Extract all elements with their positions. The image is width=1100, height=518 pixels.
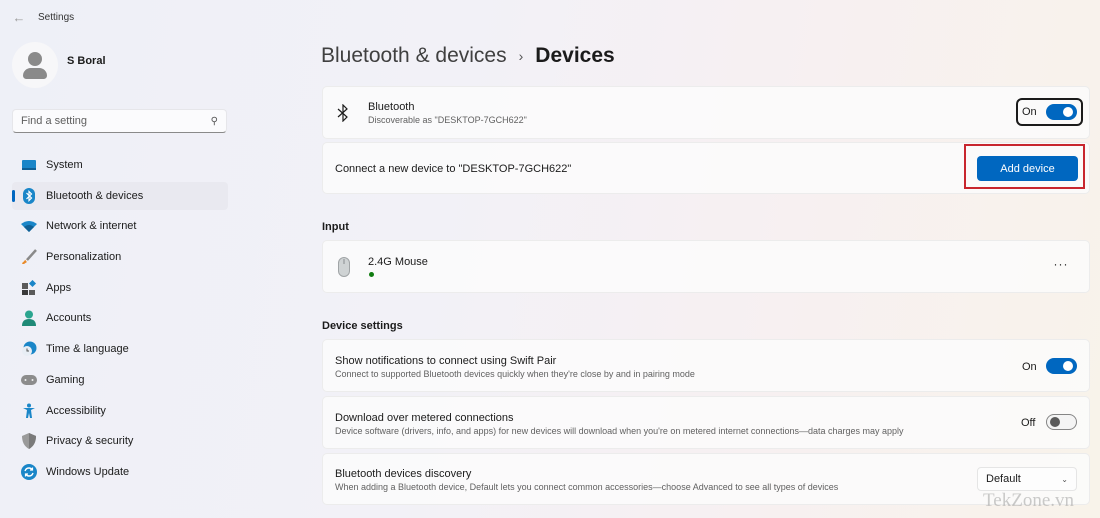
back-button[interactable]: ←: [10, 10, 28, 26]
sidebar-item-windows-update[interactable]: Windows Update: [12, 458, 228, 486]
update-icon: [20, 463, 38, 481]
input-section-title: Input: [322, 221, 349, 233]
avatar: [12, 42, 58, 88]
sidebar-item-label: Accounts: [46, 312, 92, 325]
apps-icon: [20, 279, 38, 297]
brush-icon: [20, 248, 38, 266]
sidebar-item-network-internet[interactable]: Network & internet: [12, 212, 228, 240]
connected-status-dot: [369, 272, 374, 277]
sidebar-item-apps[interactable]: Apps: [12, 274, 228, 302]
chevron-down-icon: ⌄: [1061, 474, 1068, 484]
sidebar-item-bluetooth-devices[interactable]: Bluetooth & devices: [12, 181, 228, 210]
sidebar-item-system[interactable]: System: [12, 151, 228, 179]
setting-row-discovery: Bluetooth devices discovery When adding …: [322, 453, 1090, 505]
avatar-head: [28, 52, 42, 66]
gamepad-icon: [20, 371, 38, 389]
sidebar-item-accounts[interactable]: Accounts: [12, 304, 228, 332]
dropdown-value: Default: [986, 473, 1021, 485]
sidebar-item-label: Personalization: [46, 251, 122, 264]
metered-toggle[interactable]: [1046, 414, 1077, 430]
sidebar-nav: System Bluetooth & devices Network & int…: [12, 151, 228, 489]
setting-row-metered: Download over metered connections Device…: [322, 396, 1090, 449]
sidebar-item-label: System: [46, 159, 83, 171]
metered-toggle-label: Off: [1021, 417, 1036, 429]
accounts-icon: [20, 309, 38, 327]
connect-device-text: Connect a new device to "DESKTOP-7GCH622…: [335, 163, 572, 175]
app-title: Settings: [38, 12, 75, 23]
setting-title: Download over metered connections: [335, 412, 514, 424]
sidebar-item-gaming[interactable]: Gaming: [12, 366, 228, 394]
search-icon[interactable]: ⚲: [211, 116, 218, 127]
device-name: 2.4G Mouse: [368, 256, 428, 268]
setting-description: When adding a Bluetooth device, Default …: [335, 482, 839, 492]
discovery-dropdown[interactable]: Default ⌄: [977, 467, 1077, 491]
highlight-box: [964, 144, 1085, 189]
chevron-right-icon: ›: [518, 48, 524, 64]
sidebar-item-accessibility[interactable]: Accessibility: [12, 397, 228, 425]
bluetooth-icon: [337, 103, 349, 127]
sidebar-item-label: Network & internet: [46, 220, 137, 233]
bluetooth-title: Bluetooth: [368, 101, 415, 113]
sidebar-item-personalization[interactable]: Personalization: [12, 243, 228, 271]
swift-pair-toggle-label: On: [1022, 361, 1037, 373]
shield-icon: [20, 432, 38, 450]
avatar-body: [23, 68, 47, 79]
device-settings-title: Device settings: [322, 320, 403, 332]
device-row-mouse[interactable]: 2.4G Mouse: [322, 240, 1090, 293]
breadcrumb-parent[interactable]: Bluetooth & devices: [321, 44, 507, 68]
setting-description: Connect to supported Bluetooth devices q…: [335, 369, 695, 379]
mouse-icon: [338, 257, 350, 282]
setting-description: Device software (drivers, info, and apps…: [335, 426, 904, 436]
setting-row-swift-pair: Show notifications to connect using Swif…: [322, 339, 1090, 392]
user-name: S Boral: [67, 55, 106, 67]
setting-title: Bluetooth devices discovery: [335, 468, 472, 480]
bluetooth-card: Bluetooth Discoverable as "DESKTOP-7GCH6…: [322, 86, 1090, 139]
bluetooth-toggle-label: On: [1022, 106, 1037, 118]
page-title: Devices: [535, 44, 615, 67]
search-input[interactable]: [21, 115, 211, 127]
setting-title: Show notifications to connect using Swif…: [335, 355, 557, 367]
sidebar-item-label: Gaming: [46, 373, 85, 386]
sidebar-item-label: Windows Update: [46, 465, 130, 478]
swift-pair-toggle[interactable]: [1046, 358, 1077, 374]
bluetooth-icon: [20, 187, 38, 205]
accessibility-icon: [20, 402, 38, 420]
sidebar-item-time-language[interactable]: Time & language: [12, 335, 228, 363]
sidebar-item-privacy-security[interactable]: Privacy & security: [12, 427, 228, 455]
sidebar-item-label: Time & language: [46, 343, 129, 356]
search-box[interactable]: ⚲: [12, 109, 227, 133]
sidebar-item-label: Accessibility: [46, 404, 106, 417]
bluetooth-subtitle: Discoverable as "DESKTOP-7GCH622": [368, 115, 527, 125]
clock-globe-icon: [20, 340, 38, 358]
more-options-button[interactable]: ···: [1050, 258, 1072, 274]
breadcrumb: Bluetooth & devices › Devices: [321, 44, 615, 68]
system-icon: [20, 156, 38, 174]
sidebar-item-label: Bluetooth & devices: [46, 189, 144, 202]
sidebar-item-label: Privacy & security: [46, 435, 134, 448]
sidebar-item-label: Apps: [46, 281, 72, 294]
user-profile[interactable]: [12, 42, 58, 88]
wifi-icon: [20, 217, 38, 235]
bluetooth-toggle[interactable]: [1046, 104, 1077, 120]
watermark: TekZone.vn: [983, 490, 1075, 511]
